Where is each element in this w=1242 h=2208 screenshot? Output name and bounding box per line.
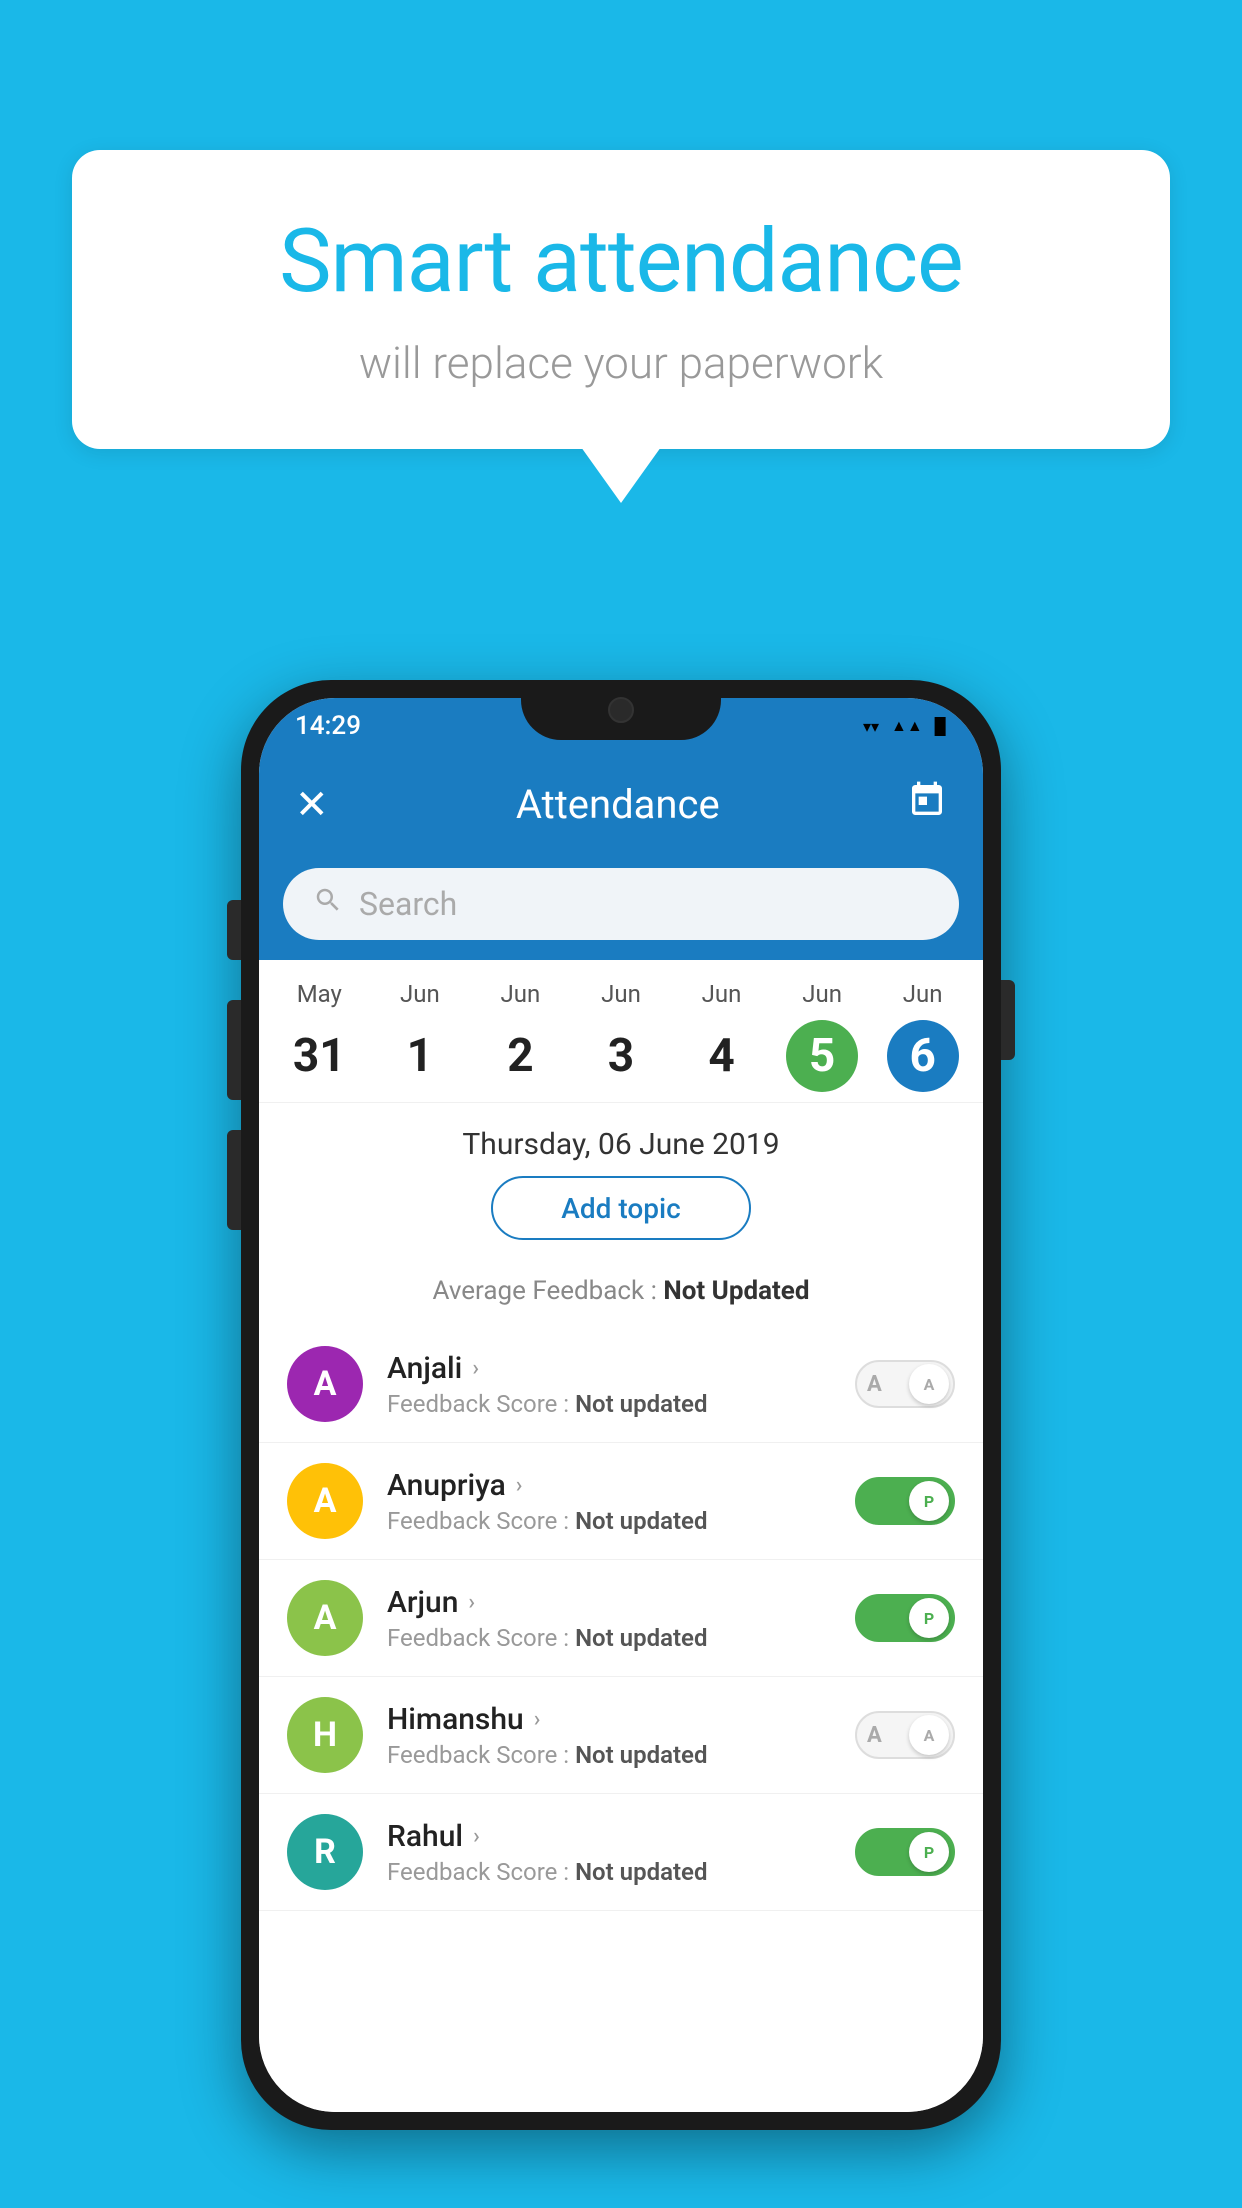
date-month: Jun	[501, 980, 541, 1008]
student-feedback: Feedback Score : Not updated	[387, 1507, 831, 1535]
app-bar: ✕ Attendance	[259, 754, 983, 854]
date-item[interactable]: Jun 1	[384, 980, 456, 1092]
power-button	[1001, 980, 1015, 1060]
student-info: Anupriya › Feedback Score : Not updated	[387, 1468, 831, 1535]
student-item: A Arjun › Feedback Score : Not updated PP	[259, 1560, 983, 1677]
student-list: AAnjali ›Feedback Score : Not updatedAAA…	[259, 1326, 983, 1911]
student-feedback: Feedback Score : Not updated	[387, 1858, 831, 1886]
student-name[interactable]: Anupriya ›	[387, 1468, 831, 1503]
student-name[interactable]: Rahul ›	[387, 1819, 831, 1854]
phone-screen: 14:29 ▾▾ ▲▲ ▉ ✕ Attendance	[259, 698, 983, 2112]
date-item[interactable]: May 31	[283, 980, 355, 1092]
content-area: May 31 Jun 1 Jun 2 Jun 3 Jun 4 Jun 5 Jun 6 Thursday, …	[259, 960, 983, 2112]
volume-up-button	[227, 1000, 241, 1100]
date-item[interactable]: Jun 3	[585, 980, 657, 1092]
date-number: 3	[585, 1020, 657, 1092]
date-number: 5	[786, 1020, 858, 1092]
date-item[interactable]: Jun 5	[786, 980, 858, 1092]
date-month: Jun	[400, 980, 440, 1008]
student-name[interactable]: Arjun ›	[387, 1585, 831, 1620]
date-item[interactable]: Jun 2	[484, 980, 556, 1092]
search-bar[interactable]: Search	[283, 868, 959, 940]
status-time: 14:29	[295, 711, 361, 741]
attendance-toggle[interactable]: AA	[855, 1360, 955, 1408]
student-avatar: R	[287, 1814, 363, 1890]
phone-notch	[521, 680, 721, 740]
date-strip: May 31 Jun 1 Jun 2 Jun 3 Jun 4 Jun 5 Jun 6	[259, 960, 983, 1103]
selected-date-label: Thursday, 06 June 2019	[259, 1103, 983, 1176]
chevron-icon: ›	[468, 1590, 475, 1615]
chevron-icon: ›	[473, 1824, 480, 1849]
student-avatar: A	[287, 1463, 363, 1539]
student-info: Rahul › Feedback Score : Not updated	[387, 1819, 831, 1886]
app-bar-title: Attendance	[516, 781, 720, 828]
attendance-toggle[interactable]: PP	[855, 1477, 955, 1525]
attendance-toggle[interactable]: PP	[855, 1828, 955, 1876]
student-info: Anjali › Feedback Score : Not updated	[387, 1351, 831, 1418]
close-button[interactable]: ✕	[295, 781, 329, 828]
student-name[interactable]: Himanshu ›	[387, 1702, 831, 1737]
volume-down-button	[227, 1130, 241, 1230]
add-topic-label: Add topic	[561, 1192, 680, 1225]
student-avatar: A	[287, 1346, 363, 1422]
status-icons: ▾▾ ▲▲ ▉	[863, 716, 947, 736]
student-item: H Himanshu › Feedback Score : Not updated A…	[259, 1677, 983, 1794]
battery-icon: ▉	[935, 717, 947, 736]
date-number: 2	[484, 1020, 556, 1092]
wifi-icon: ▾▾	[863, 717, 879, 736]
date-number: 6	[887, 1020, 959, 1092]
average-feedback: Average Feedback : Not Updated	[259, 1276, 983, 1306]
date-item[interactable]: Jun 6	[887, 980, 959, 1092]
student-feedback: Feedback Score : Not updated	[387, 1390, 831, 1418]
date-month: Jun	[903, 980, 943, 1008]
student-item: A Anupriya › Feedback Score : Not updated P…	[259, 1443, 983, 1560]
student-info: Himanshu › Feedback Score : Not updated	[387, 1702, 831, 1769]
student-avatar: A	[287, 1580, 363, 1656]
attendance-toggle[interactable]: AA	[855, 1711, 955, 1759]
date-number: 31	[283, 1020, 355, 1092]
date-month: Jun	[601, 980, 641, 1008]
chevron-icon: ›	[534, 1707, 541, 1732]
attendance-toggle[interactable]: PP	[855, 1594, 955, 1642]
student-name[interactable]: Anjali ›	[387, 1351, 831, 1386]
speech-bubble-container: Smart attendance will replace your paper…	[72, 150, 1170, 449]
chevron-icon: ›	[472, 1356, 479, 1381]
student-item: R Rahul › Feedback Score : Not updated PP	[259, 1794, 983, 1911]
date-item[interactable]: Jun 4	[686, 980, 758, 1092]
calendar-icon[interactable]	[907, 780, 947, 829]
date-month: May	[297, 980, 342, 1008]
student-feedback: Feedback Score : Not updated	[387, 1624, 831, 1652]
student-avatar: H	[287, 1697, 363, 1773]
phone-frame: 14:29 ▾▾ ▲▲ ▉ ✕ Attendance	[241, 680, 1001, 2130]
date-number: 1	[384, 1020, 456, 1092]
student-info: Arjun › Feedback Score : Not updated	[387, 1585, 831, 1652]
avg-feedback-value: Not Updated	[663, 1276, 809, 1306]
search-icon	[313, 885, 343, 923]
avg-feedback-label: Average Feedback :	[433, 1276, 664, 1306]
add-topic-button[interactable]: Add topic	[491, 1176, 751, 1240]
date-month: Jun	[702, 980, 742, 1008]
volume-mute-button	[227, 900, 241, 960]
chevron-icon: ›	[516, 1473, 523, 1498]
date-month: Jun	[802, 980, 842, 1008]
signal-icon: ▲▲	[891, 716, 923, 736]
date-number: 4	[686, 1020, 758, 1092]
student-item: A Anjali › Feedback Score : Not updated AA	[259, 1326, 983, 1443]
bubble-subtitle: will replace your paperwork	[152, 337, 1090, 389]
search-input[interactable]: Search	[359, 885, 457, 923]
front-camera	[608, 697, 634, 723]
student-feedback: Feedback Score : Not updated	[387, 1741, 831, 1769]
speech-bubble: Smart attendance will replace your paper…	[72, 150, 1170, 449]
search-container: Search	[259, 854, 983, 960]
bubble-title: Smart attendance	[152, 210, 1090, 313]
